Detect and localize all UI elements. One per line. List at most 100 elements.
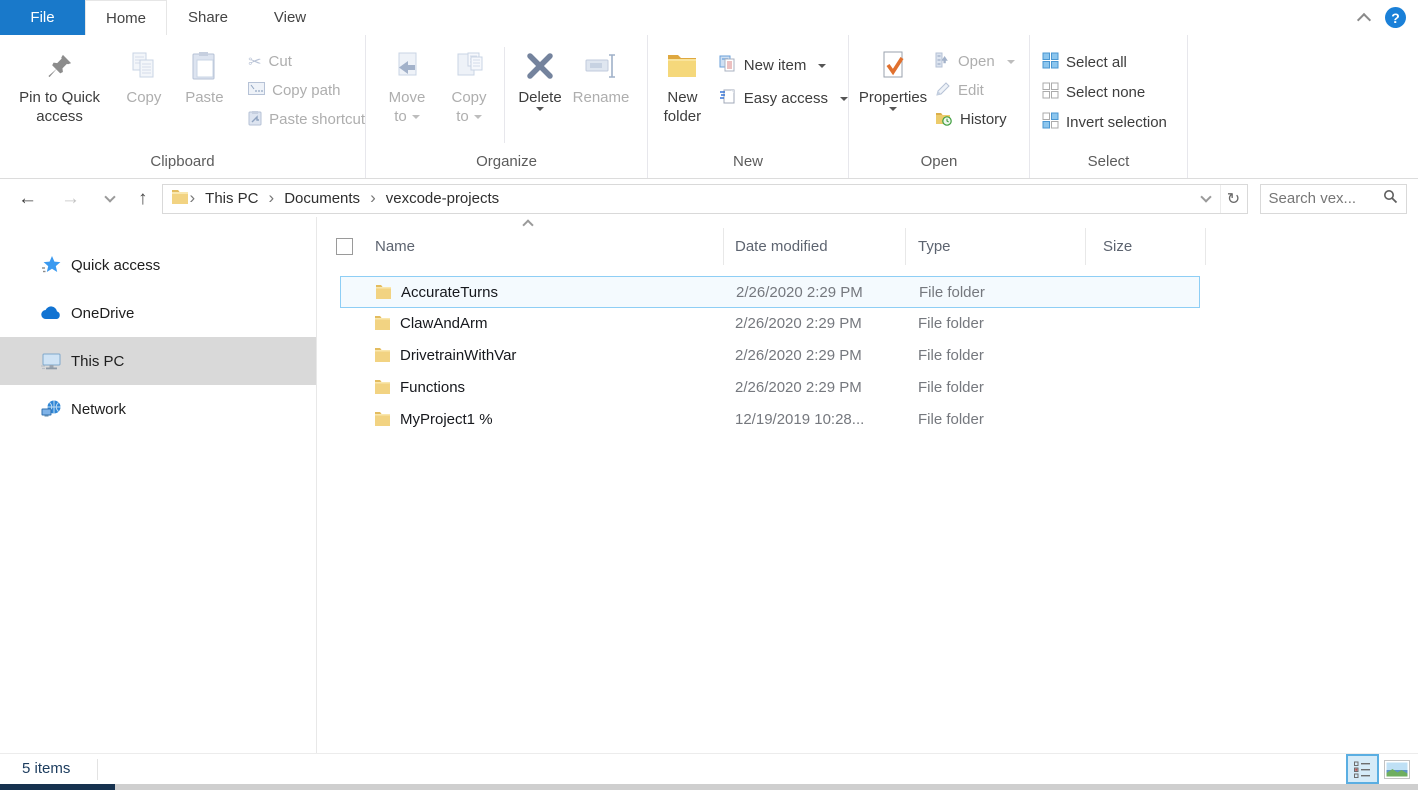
pin-icon <box>46 48 74 84</box>
paste-button[interactable]: Paste <box>177 45 232 107</box>
search-box <box>1260 184 1407 214</box>
file-row-drivetrainwithvar[interactable]: DrivetrainWithVar 2/26/2020 2:29 PM File… <box>340 340 1200 372</box>
file-list: Name Date modified Type Size AccurateTur… <box>317 217 1418 753</box>
column-header-size[interactable]: Size <box>1103 238 1132 255</box>
history-button[interactable]: History <box>935 105 1015 134</box>
file-row-myproject1[interactable]: MyProject1 % 12/19/2019 10:28... File fo… <box>340 404 1200 436</box>
copy-to-icon <box>454 48 484 84</box>
delete-button[interactable]: Delete <box>511 45 569 111</box>
pin-to-quick-access-button[interactable]: Pin to Quick access <box>16 45 103 126</box>
sidebar-item-this-pc[interactable]: This PC <box>0 337 316 385</box>
address-folder-icon <box>171 188 189 209</box>
address-dropdown-button[interactable] <box>1193 185 1220 213</box>
sort-ascending-icon <box>522 219 533 230</box>
select-all-checkbox[interactable] <box>336 238 353 255</box>
rename-icon <box>584 48 618 84</box>
easy-access-button[interactable]: Easy access <box>719 82 848 115</box>
column-divider[interactable] <box>723 228 724 265</box>
help-icon[interactable]: ? <box>1385 7 1406 28</box>
folder-icon <box>374 379 391 398</box>
edit-icon <box>935 81 951 101</box>
cut-button[interactable]: ✂ Cut <box>248 47 365 76</box>
select-none-icon <box>1042 82 1059 103</box>
folder-icon <box>374 347 391 366</box>
column-header-name[interactable]: Name <box>375 238 415 255</box>
tab-share[interactable]: Share <box>167 0 249 35</box>
properties-icon <box>878 48 908 84</box>
copy-path-button[interactable]: Copy path <box>248 76 365 105</box>
search-icon[interactable] <box>1383 189 1398 209</box>
paste-shortcut-icon <box>248 110 262 130</box>
refresh-button[interactable]: ↻ <box>1220 185 1247 213</box>
search-input[interactable] <box>1269 190 1369 207</box>
dropdown-caret-icon <box>474 115 482 119</box>
column-header-row: Name Date modified Type Size <box>317 228 1418 266</box>
column-divider[interactable] <box>1205 228 1206 265</box>
item-count: 5 items <box>22 760 70 777</box>
file-row-clawandarm[interactable]: ClawAndArm 2/26/2020 2:29 PM File folder <box>340 308 1200 340</box>
main-area: Quick access OneDrive This PC Network <box>0 217 1418 753</box>
move-to-button[interactable]: Move to <box>378 45 436 126</box>
collapse-ribbon-icon[interactable] <box>1357 13 1371 27</box>
select-none-button[interactable]: Select none <box>1042 77 1167 107</box>
group-label-select: Select <box>1030 153 1187 170</box>
chevron-down-icon <box>1200 191 1211 202</box>
file-row-accurateturns[interactable]: AccurateTurns 2/26/2020 2:29 PM File fol… <box>340 276 1200 308</box>
copy-path-icon <box>248 82 265 99</box>
paste-shortcut-button[interactable]: Paste shortcut <box>248 105 365 134</box>
select-all-button[interactable]: Select all <box>1042 47 1167 77</box>
delete-icon <box>524 48 556 84</box>
move-to-icon <box>392 48 422 84</box>
onedrive-cloud-icon <box>40 303 62 323</box>
properties-button[interactable]: Properties <box>859 45 927 111</box>
scissors-icon: ✂ <box>248 52 261 72</box>
breadcrumb-vexcode-projects[interactable]: vexcode-projects <box>377 190 508 207</box>
group-divider <box>504 47 505 143</box>
sidebar-item-onedrive[interactable]: OneDrive <box>0 289 316 337</box>
up-icon[interactable]: ↑ <box>138 189 148 208</box>
column-header-date-modified[interactable]: Date modified <box>735 238 828 255</box>
forward-icon[interactable]: → <box>61 189 80 208</box>
details-view-button[interactable] <box>1346 754 1379 784</box>
tab-view[interactable]: View <box>249 0 331 35</box>
column-divider[interactable] <box>1085 228 1086 265</box>
recent-locations-chevron-icon[interactable] <box>104 191 115 202</box>
sidebar-item-network[interactable]: Network <box>0 385 316 433</box>
ribbon-group-new: New folder New item <box>648 35 849 178</box>
dropdown-caret-icon <box>889 107 897 111</box>
copy-button[interactable]: Copy <box>117 45 170 107</box>
breadcrumb-separator-icon: › <box>268 189 276 206</box>
open-icon <box>935 52 951 72</box>
new-item-icon <box>719 55 737 76</box>
invert-selection-button[interactable]: Invert selection <box>1042 107 1167 137</box>
thumbnail-view-button[interactable] <box>1384 760 1410 779</box>
ribbon-tab-bar: File Home Share View ? <box>0 0 1418 35</box>
column-divider[interactable] <box>905 228 906 265</box>
group-label-clipboard: Clipboard <box>0 153 365 170</box>
breadcrumb-separator-icon: › <box>189 189 197 206</box>
tab-file[interactable]: File <box>0 0 85 35</box>
edit-button[interactable]: Edit <box>935 76 1015 105</box>
sidebar-item-quick-access[interactable]: Quick access <box>0 241 316 289</box>
dropdown-caret-icon <box>818 64 826 68</box>
window-edge-accent <box>0 784 115 790</box>
group-label-open: Open <box>849 153 1029 170</box>
new-item-button[interactable]: New item <box>719 49 848 82</box>
network-icon <box>40 399 62 419</box>
breadcrumb-this-pc[interactable]: This PC <box>196 190 267 207</box>
address-bar[interactable]: › This PC › Documents › vexcode-projects… <box>162 184 1248 214</box>
dropdown-caret-icon <box>412 115 420 119</box>
window-bottom-edge <box>0 784 1418 790</box>
new-folder-button[interactable]: New folder <box>656 45 709 126</box>
column-header-type[interactable]: Type <box>918 238 951 255</box>
breadcrumb-documents[interactable]: Documents <box>275 190 369 207</box>
dropdown-caret-icon <box>536 107 544 111</box>
rename-button[interactable]: Rename <box>569 45 633 107</box>
open-button[interactable]: Open <box>935 47 1015 76</box>
copy-icon <box>129 48 159 84</box>
ribbon: Pin to Quick access Copy Paste <box>0 35 1418 179</box>
back-icon[interactable]: ← <box>18 189 37 208</box>
tab-home[interactable]: Home <box>85 0 167 35</box>
copy-to-button[interactable]: Copy to <box>440 45 498 126</box>
file-row-functions[interactable]: Functions 2/26/2020 2:29 PM File folder <box>340 372 1200 404</box>
